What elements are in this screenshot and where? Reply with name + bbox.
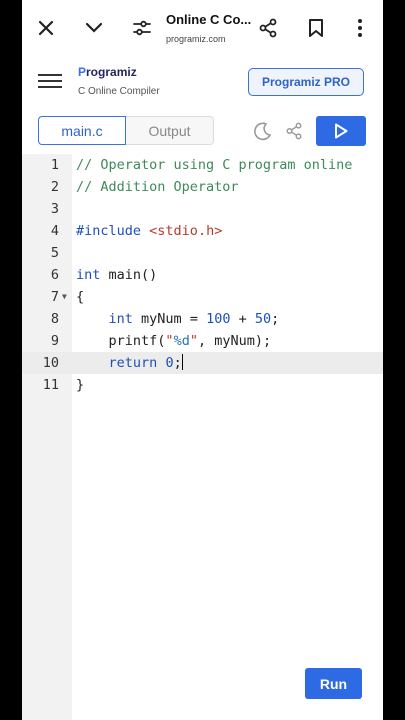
app-screen: Online C Co... programiz.com Programiz C… xyxy=(22,0,383,720)
menu-icon[interactable] xyxy=(38,70,62,92)
compiler-subtitle: C Online Compiler xyxy=(78,86,160,97)
code-keyword: #include xyxy=(76,223,142,239)
code-text: { xyxy=(76,289,85,305)
code-editor[interactable]: 1 // Operator using C program online 2 /… xyxy=(22,154,383,720)
code-keyword: int xyxy=(108,311,133,327)
editor-toolbar: main.c Output xyxy=(22,108,383,155)
play-icon xyxy=(335,123,348,139)
tab-output[interactable]: Output xyxy=(126,116,214,145)
programiz-logo[interactable]: Programiz xyxy=(78,65,137,79)
code-line[interactable]: 8 int myNum = 100 + 50; xyxy=(22,308,383,330)
share-icon[interactable] xyxy=(252,12,284,44)
code-text: } xyxy=(76,377,85,393)
code-line[interactable]: 3 xyxy=(22,198,383,220)
code-text: printf( xyxy=(108,333,166,349)
code-comment: // Operator using C program online xyxy=(76,157,353,173)
code-string: " xyxy=(189,333,198,349)
code-line[interactable]: 6 int main() xyxy=(22,264,383,286)
page-title: Online C Co... xyxy=(166,12,252,27)
run-code-button[interactable] xyxy=(316,116,366,146)
browser-toolbar: Online C Co... programiz.com xyxy=(22,0,383,57)
code-text: myNum = xyxy=(141,311,207,327)
code-format-spec: %d xyxy=(173,333,190,349)
moon-icon[interactable] xyxy=(251,119,275,143)
line-number: 6 xyxy=(50,267,59,283)
fold-arrow-icon[interactable]: ▼ xyxy=(62,286,67,308)
line-number: 11 xyxy=(42,377,59,393)
code-line[interactable]: 2 // Addition Operator xyxy=(22,176,383,198)
programiz-pro-button[interactable]: Programiz PRO xyxy=(248,68,364,96)
line-number: 4 xyxy=(50,223,59,239)
close-icon[interactable] xyxy=(30,12,62,44)
line-number: 3 xyxy=(50,201,59,217)
line-number: 8 xyxy=(50,311,59,327)
run-button[interactable]: Run xyxy=(305,668,362,699)
share-code-icon[interactable] xyxy=(282,119,306,143)
code-line[interactable]: 4 #include <stdio.h> xyxy=(22,220,383,242)
line-number: 5 xyxy=(50,245,59,261)
code-text: main() xyxy=(108,267,158,283)
chevron-down-icon[interactable] xyxy=(78,12,110,44)
code-line[interactable]: 9 printf("%d", myNum); xyxy=(22,330,383,352)
more-vert-icon[interactable] xyxy=(344,12,376,44)
line-number: 9 xyxy=(50,333,59,349)
code-line[interactable]: 1 // Operator using C program online xyxy=(22,154,383,176)
code-keyword: return xyxy=(108,355,158,371)
text-cursor xyxy=(181,354,184,370)
code-text: + xyxy=(230,311,255,327)
code-text: ; xyxy=(271,311,280,327)
code-comment: // Addition Operator xyxy=(76,179,239,195)
code-line-active[interactable]: 10 return 0; xyxy=(22,352,383,374)
code-keyword: int xyxy=(76,267,101,283)
code-string: <stdio.h> xyxy=(149,223,223,239)
line-number: 1 xyxy=(50,157,59,173)
page-url: programiz.com xyxy=(166,34,226,44)
code-number: 50 xyxy=(254,311,272,327)
tab-main-c[interactable]: main.c xyxy=(38,116,126,145)
code-line[interactable]: 5 xyxy=(22,242,383,264)
code-text: ; xyxy=(173,355,182,371)
line-number: 7 xyxy=(50,289,59,305)
line-number: 2 xyxy=(50,179,59,195)
code-number: 100 xyxy=(206,311,231,327)
line-number: 10 xyxy=(42,355,59,371)
code-string: " xyxy=(165,333,174,349)
code-line[interactable]: 7 ▼ { xyxy=(22,286,383,308)
code-number: 0 xyxy=(165,355,174,371)
code-text: , myNum); xyxy=(197,333,272,349)
bookmark-icon[interactable] xyxy=(300,12,332,44)
code-line[interactable]: 11 } xyxy=(22,374,383,396)
tune-icon[interactable] xyxy=(126,12,158,44)
site-header: Programiz C Online Compiler Programiz PR… xyxy=(22,56,383,109)
